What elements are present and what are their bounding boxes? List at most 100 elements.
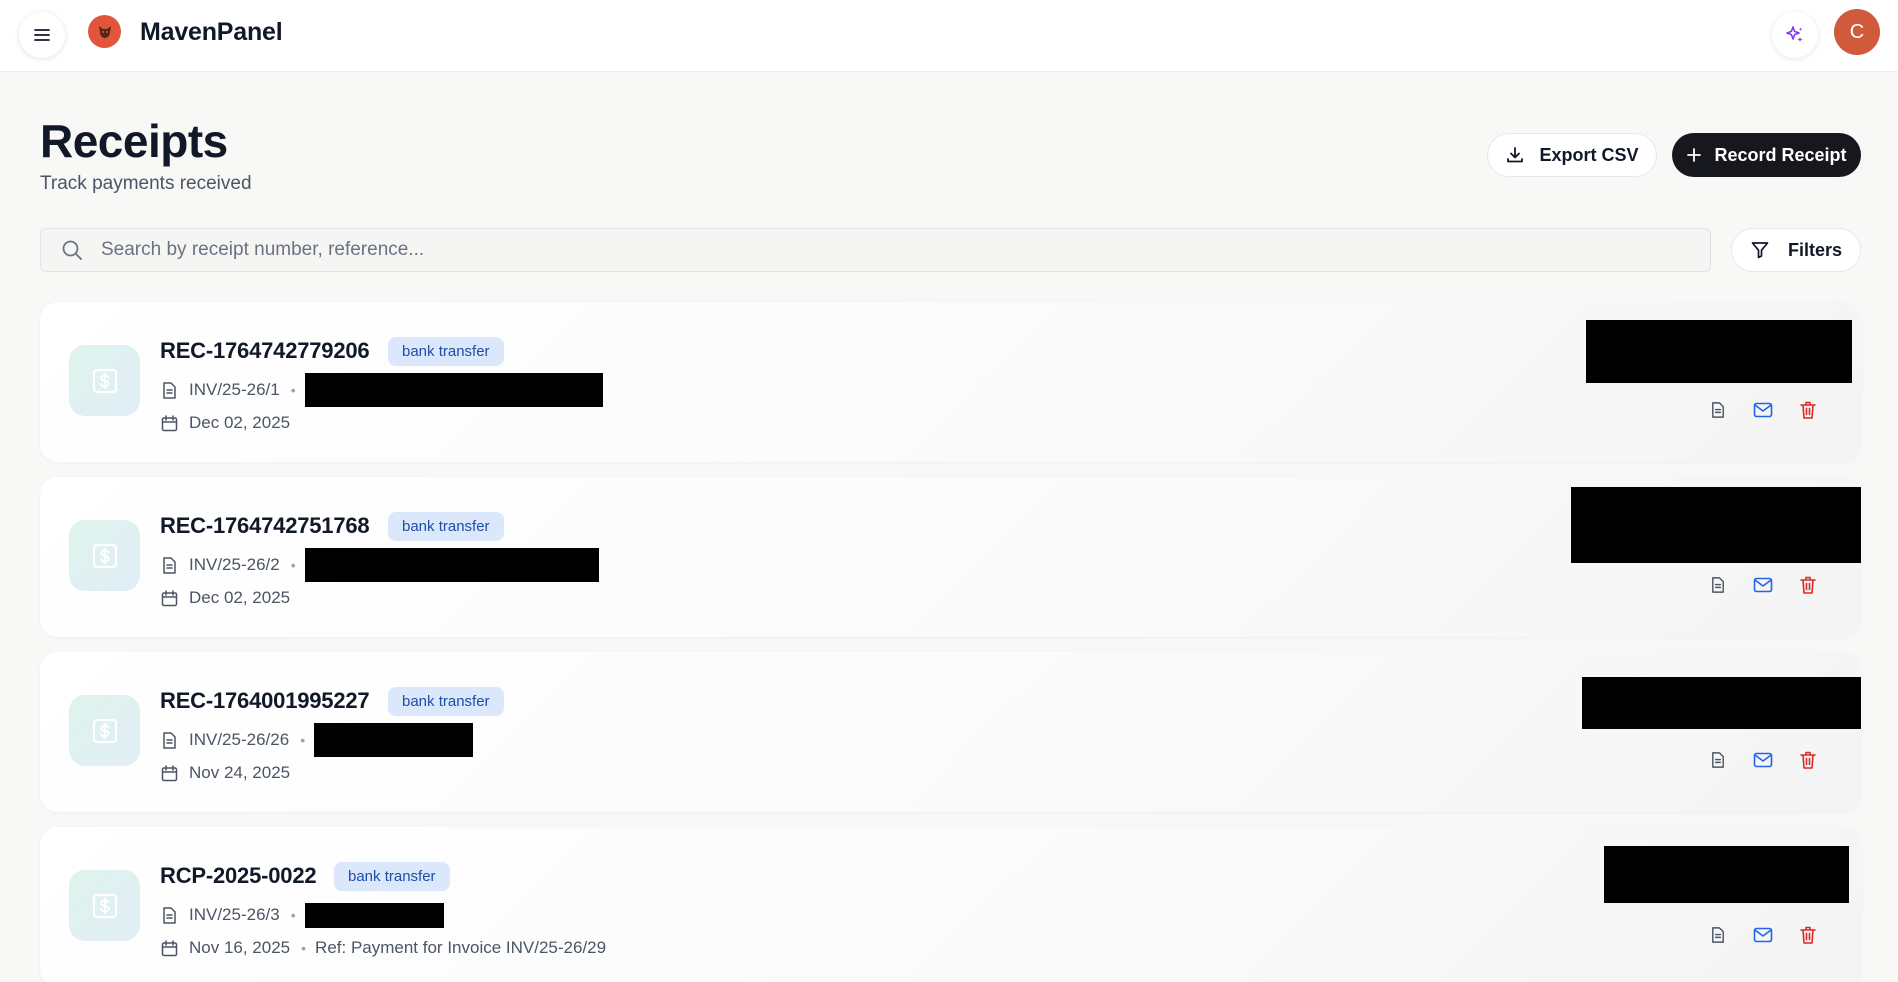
dollar-receipt-icon bbox=[90, 891, 120, 921]
dollar-receipt-icon bbox=[90, 541, 120, 571]
document-icon bbox=[1709, 926, 1727, 944]
trash-icon bbox=[1799, 575, 1817, 595]
calendar-icon bbox=[160, 414, 179, 433]
email-receipt-button[interactable] bbox=[1749, 571, 1777, 599]
email-receipt-button[interactable] bbox=[1749, 746, 1777, 774]
download-icon bbox=[1505, 145, 1525, 165]
filter-icon bbox=[1750, 240, 1770, 260]
view-receipt-button[interactable] bbox=[1704, 396, 1732, 424]
receipt-card[interactable]: RCP-2025-0022 bank transfer INV/25-26/3 … bbox=[40, 827, 1861, 982]
record-receipt-button[interactable]: Record Receipt bbox=[1672, 133, 1861, 177]
search-input[interactable] bbox=[101, 239, 1661, 261]
mail-icon bbox=[1753, 751, 1773, 769]
receipt-icon-tile bbox=[69, 870, 140, 941]
customer-name-redacted bbox=[304, 902, 444, 928]
delete-receipt-button[interactable] bbox=[1794, 396, 1822, 424]
top-bar: MavenPanel C bbox=[0, 0, 1898, 72]
record-receipt-label: Record Receipt bbox=[1714, 144, 1847, 165]
document-icon bbox=[160, 906, 179, 925]
menu-button[interactable] bbox=[19, 12, 65, 58]
view-receipt-button[interactable] bbox=[1704, 746, 1732, 774]
document-icon bbox=[1709, 576, 1727, 594]
mail-icon bbox=[1753, 401, 1773, 419]
export-csv-button[interactable]: Export CSV bbox=[1487, 133, 1657, 177]
receipt-card[interactable]: REC-1764742779206 bank transfer INV/25-2… bbox=[40, 302, 1861, 462]
receipt-reference: Ref: Payment for Invoice INV/25-26/29 bbox=[315, 938, 607, 957]
receipt-actions bbox=[1704, 396, 1854, 428]
delete-receipt-button[interactable] bbox=[1794, 571, 1822, 599]
mail-icon bbox=[1753, 576, 1773, 594]
receipt-actions bbox=[1704, 921, 1854, 953]
receipt-date: Dec 02, 2025 bbox=[189, 588, 291, 607]
dollar-receipt-icon bbox=[90, 366, 120, 396]
customer-name-redacted bbox=[314, 723, 474, 757]
receipt-icon-tile bbox=[69, 345, 140, 416]
receipt-date-line: Dec 02, 2025 bbox=[160, 586, 290, 610]
amount-redacted bbox=[1582, 677, 1861, 729]
delete-receipt-button[interactable] bbox=[1794, 921, 1822, 949]
receipt-number: REC-1764742779206 bbox=[160, 338, 370, 363]
receipt-date: Nov 24, 2025 bbox=[189, 763, 291, 782]
receipt-number: RCP-2025-0022 bbox=[160, 863, 317, 888]
receipt-card[interactable]: REC-1764742751768 bank transfer INV/25-2… bbox=[40, 477, 1861, 637]
delete-receipt-button[interactable] bbox=[1794, 746, 1822, 774]
document-icon bbox=[1709, 401, 1727, 419]
brand-logo[interactable] bbox=[88, 15, 121, 48]
trash-icon bbox=[1799, 750, 1817, 770]
email-receipt-button[interactable] bbox=[1749, 921, 1777, 949]
amount-redacted bbox=[1586, 320, 1852, 383]
receipt-icon-tile bbox=[69, 520, 140, 591]
view-receipt-button[interactable] bbox=[1704, 571, 1732, 599]
receipt-number: REC-1764001995227 bbox=[160, 688, 370, 713]
payment-method-badge: bank transfer bbox=[334, 862, 450, 891]
calendar-icon bbox=[160, 939, 179, 958]
receipt-invoice-line: INV/25-26/26 • bbox=[160, 722, 474, 758]
invoice-number: INV/25-26/2 bbox=[189, 555, 280, 574]
payment-method-badge: bank transfer bbox=[388, 687, 504, 716]
document-icon bbox=[160, 556, 179, 575]
receipt-date: Nov 16, 2025 bbox=[189, 938, 291, 957]
menu-icon bbox=[33, 27, 51, 43]
fox-logo-icon bbox=[94, 21, 116, 43]
dollar-receipt-icon bbox=[90, 716, 120, 746]
sparkle-icon bbox=[1785, 25, 1805, 45]
trash-icon bbox=[1799, 400, 1817, 420]
search-icon bbox=[61, 239, 83, 261]
user-avatar[interactable]: C bbox=[1834, 9, 1880, 55]
mail-icon bbox=[1753, 926, 1773, 944]
ai-assistant-button[interactable] bbox=[1772, 12, 1818, 58]
calendar-icon bbox=[160, 589, 179, 608]
amount-redacted bbox=[1571, 487, 1861, 563]
document-icon bbox=[160, 381, 179, 400]
receipt-number: REC-1764742751768 bbox=[160, 513, 370, 538]
receipt-invoice-line: INV/25-26/1 • bbox=[160, 372, 603, 408]
invoice-number: INV/25-26/3 bbox=[189, 905, 280, 924]
export-csv-label: Export CSV bbox=[1539, 144, 1639, 165]
receipt-date-line: Dec 02, 2025 bbox=[160, 411, 290, 435]
view-receipt-button[interactable] bbox=[1704, 921, 1732, 949]
receipt-invoice-line: INV/25-26/3 • bbox=[160, 897, 444, 933]
receipt-date: Dec 02, 2025 bbox=[189, 413, 291, 432]
filters-label: Filters bbox=[1787, 239, 1843, 260]
customer-name-redacted bbox=[304, 548, 599, 582]
filters-button[interactable]: Filters bbox=[1731, 228, 1861, 272]
receipt-card[interactable]: REC-1764001995227 bank transfer INV/25-2… bbox=[40, 652, 1861, 812]
email-receipt-button[interactable] bbox=[1749, 396, 1777, 424]
app-name: MavenPanel bbox=[140, 18, 283, 46]
page-subtitle: Track payments received bbox=[40, 173, 252, 194]
customer-name-redacted bbox=[304, 373, 603, 407]
receipt-actions bbox=[1704, 571, 1854, 603]
amount-redacted bbox=[1604, 846, 1849, 903]
receipt-date-line: Nov 16, 2025 • Ref: Payment for Invoice … bbox=[160, 936, 606, 960]
document-icon bbox=[160, 731, 179, 750]
invoice-number: INV/25-26/1 bbox=[189, 380, 280, 399]
payment-method-badge: bank transfer bbox=[388, 337, 504, 366]
calendar-icon bbox=[160, 764, 179, 783]
receipt-invoice-line: INV/25-26/2 • bbox=[160, 547, 599, 583]
page-title: Receipts bbox=[40, 115, 228, 167]
search-bar bbox=[40, 228, 1711, 272]
invoice-number: INV/25-26/26 bbox=[189, 730, 290, 749]
plus-icon bbox=[1686, 147, 1702, 163]
receipt-actions bbox=[1704, 746, 1854, 778]
receipt-icon-tile bbox=[69, 695, 140, 766]
